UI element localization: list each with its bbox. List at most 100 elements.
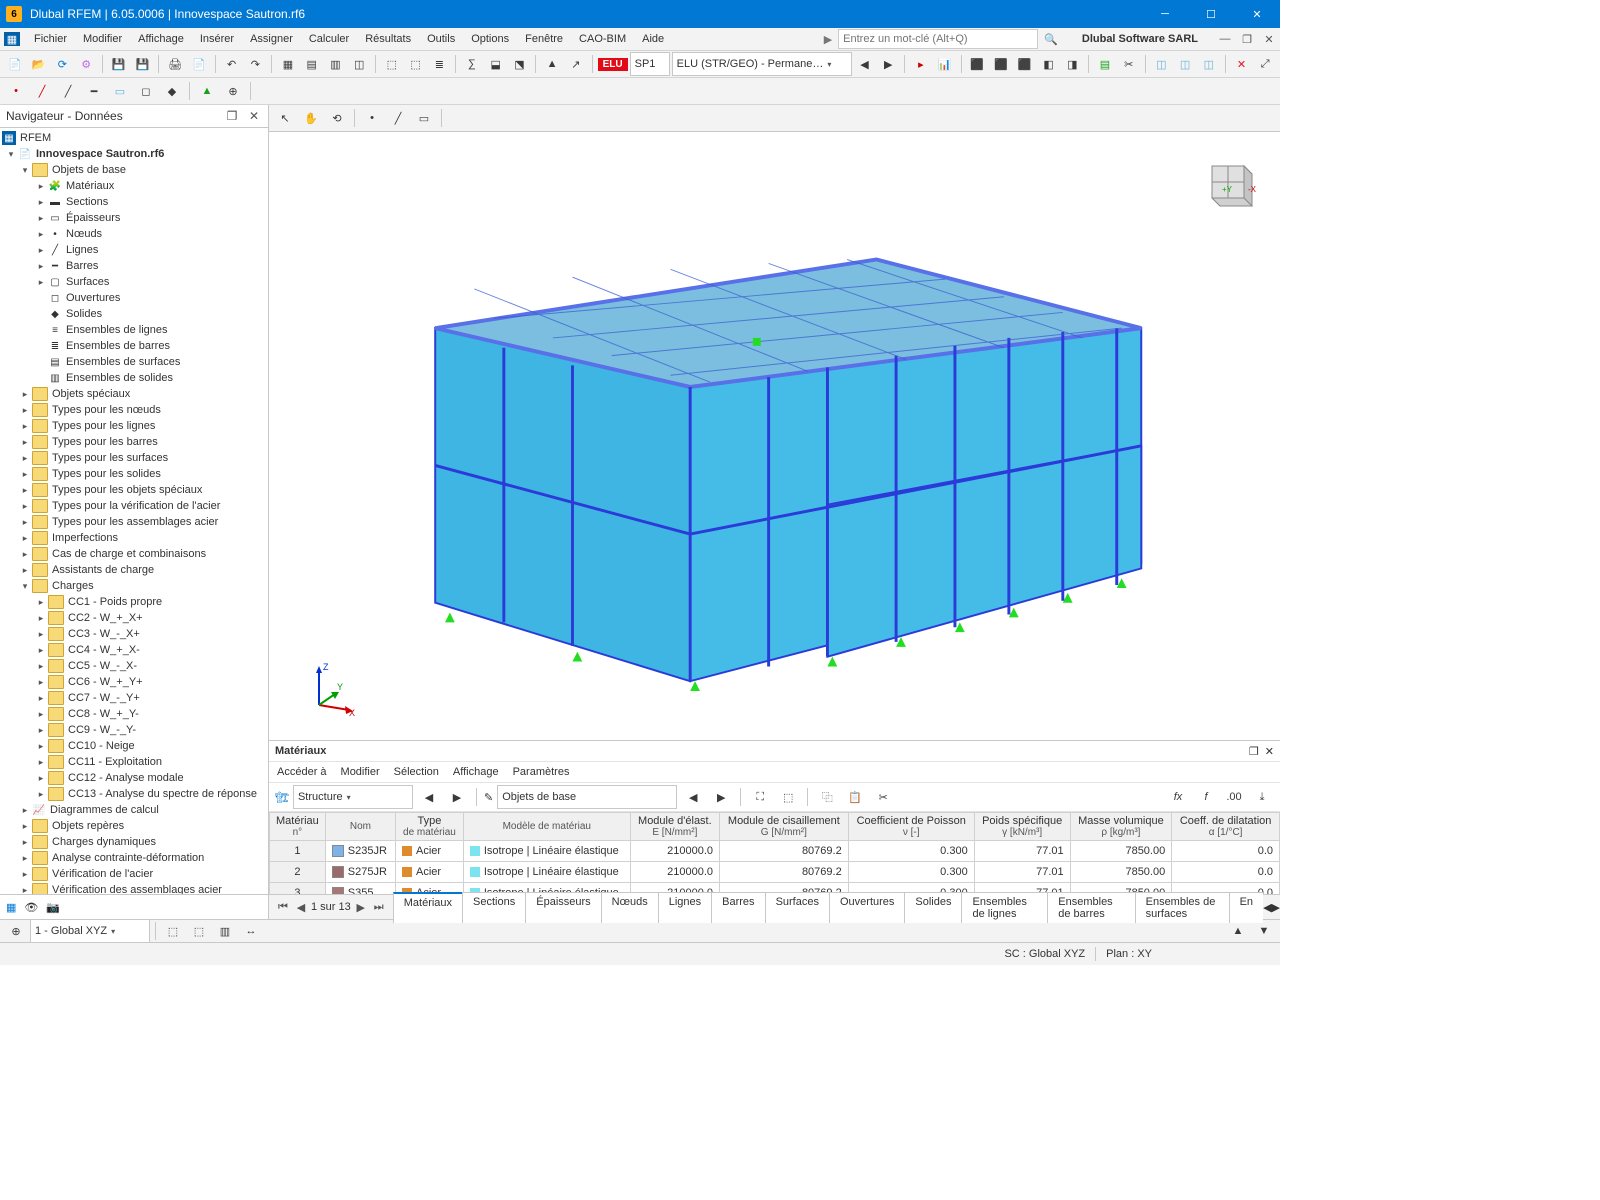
table-row[interactable]: 1S235JRAcierIsotrope | Linéaire élastiqu… — [270, 841, 1280, 862]
mdi-minimize[interactable]: — — [1218, 32, 1232, 46]
paste-icon[interactable]: 📋 — [843, 785, 867, 809]
undo-icon[interactable]: ↶ — [221, 52, 243, 76]
tree-load-case[interactable]: ▸CC10 - Neige — [0, 738, 268, 754]
tree-folder[interactable]: ▸Objets spéciaux — [0, 386, 268, 402]
vt-cursor-icon[interactable]: ↖ — [273, 106, 297, 130]
cube-hide-icon[interactable]: ◫ — [1198, 52, 1220, 76]
table-tab[interactable]: En — [1229, 892, 1263, 923]
tree-folder[interactable]: ▸Imperfections — [0, 530, 268, 546]
view-mode-2-icon[interactable]: ▤ — [301, 52, 323, 76]
coord-system-dropdown[interactable]: 1 - Global XYZ▾ — [30, 919, 150, 942]
flag-icon[interactable]: ▸ — [910, 52, 932, 76]
tree-load-case[interactable]: ▸CC6 - W_+_Y+ — [0, 674, 268, 690]
sb-down-icon[interactable]: ▼ — [1252, 919, 1276, 942]
tree-folder[interactable]: ▸Types pour les lignes — [0, 418, 268, 434]
table-tab[interactable]: Nœuds — [601, 892, 659, 923]
menu-affichage[interactable]: Affichage — [130, 31, 192, 47]
tree-folder[interactable]: ▸Objets repères — [0, 818, 268, 834]
tree-item[interactable]: ▥Ensembles de solides — [0, 370, 268, 386]
tree-folder[interactable]: ▸Types pour les surfaces — [0, 450, 268, 466]
prev2-icon[interactable]: ◀ — [681, 785, 705, 809]
table-tab[interactable]: Ensembles de barres — [1047, 892, 1135, 923]
3d-viewport[interactable]: Z X Y +Y -X — [269, 132, 1280, 740]
tree-item[interactable]: ◻Ouvertures — [0, 290, 268, 306]
tree-root[interactable]: ▦ RFEM — [0, 130, 268, 146]
vt-rotate-icon[interactable]: ⟲ — [325, 106, 349, 130]
nav-eye-tab-icon[interactable]: 👁 — [24, 901, 38, 914]
sp-dropdown[interactable]: SP1 — [630, 52, 670, 76]
menu-fenêtre[interactable]: Fenêtre — [517, 31, 571, 47]
table-tab[interactable]: Solides — [904, 892, 962, 923]
coord-system-icon[interactable]: ⊕ — [4, 919, 28, 942]
tree-load-case[interactable]: ▸CC9 - W_-_Y- — [0, 722, 268, 738]
tree-load-case[interactable]: ▸CC8 - W_+_Y- — [0, 706, 268, 722]
menu-outils[interactable]: Outils — [419, 31, 463, 47]
polyline-icon[interactable]: ╱ — [56, 79, 80, 103]
mdi-close[interactable]: ✕ — [1262, 32, 1276, 46]
sb-up-icon[interactable]: ▲ — [1226, 919, 1250, 942]
maximize-button[interactable]: ☐ — [1188, 0, 1234, 28]
redo-icon[interactable]: ↷ — [244, 52, 266, 76]
table-tab[interactable]: Ensembles de lignes — [961, 892, 1048, 923]
clip-icon[interactable]: ✂ — [1118, 52, 1140, 76]
prev-case-icon[interactable]: ◀ — [854, 52, 876, 76]
tree-folder[interactable]: ▸Types pour les assemblages acier — [0, 514, 268, 530]
panel-menu-item[interactable]: Paramètres — [513, 766, 570, 778]
opening-icon[interactable]: ◻ — [134, 79, 158, 103]
menu-modifier[interactable]: Modifier — [75, 31, 130, 47]
table-tab[interactable]: Barres — [711, 892, 765, 923]
tree-load-case[interactable]: ▸CC4 - W_+_X- — [0, 642, 268, 658]
panel-menu-item[interactable]: Modifier — [341, 766, 380, 778]
print-icon[interactable]: 🖨 — [164, 52, 186, 76]
minimize-button[interactable]: ─ — [1142, 0, 1188, 28]
save-all-icon[interactable]: 💾 — [132, 52, 154, 76]
tree-item[interactable]: ▤Ensembles de surfaces — [0, 354, 268, 370]
member-icon[interactable]: ━ — [82, 79, 106, 103]
tree-base-objects[interactable]: ▾ Objets de base — [0, 162, 268, 178]
tree-item[interactable]: ▸╱Lignes — [0, 242, 268, 258]
tree-folder[interactable]: ▸Vérification des assemblages acier — [0, 882, 268, 894]
tab-scroll-left-icon[interactable]: ◀ — [1263, 901, 1271, 914]
next2-icon[interactable]: ▶ — [709, 785, 733, 809]
menu-fichier[interactable]: Fichier — [26, 31, 75, 47]
arrow-out-icon[interactable]: ⤢ — [1254, 52, 1276, 76]
tree-load-case[interactable]: ▸CC5 - W_-_X- — [0, 658, 268, 674]
tree-load-case[interactable]: ▸CC1 - Poids propre — [0, 594, 268, 610]
column-header[interactable]: Coeff. de dilatationα [1/°C] — [1172, 813, 1280, 841]
system-menu-icon[interactable]: ▦ — [4, 32, 20, 46]
panel-close-icon[interactable]: ✕ — [1265, 745, 1274, 758]
panel-pin-icon[interactable]: ❐ — [1249, 745, 1259, 758]
solid-icon[interactable]: ◆ — [160, 79, 184, 103]
column-header[interactable]: Modèle de matériau — [463, 813, 630, 841]
settings-icon[interactable]: ⚙ — [75, 52, 97, 76]
table-tab[interactable]: Matériaux — [393, 892, 463, 923]
panel-pin-icon[interactable]: ❐ — [224, 108, 240, 124]
tree-load-case[interactable]: ▸CC3 - W_-_X+ — [0, 626, 268, 642]
column-header[interactable]: Module d'élast.E [N/mm²] — [630, 813, 719, 841]
tree-folder[interactable]: ▸Assistants de charge — [0, 562, 268, 578]
tool1-icon[interactable]: ⬚ — [776, 785, 800, 809]
line-icon[interactable]: ╱ — [30, 79, 54, 103]
filter-icon[interactable]: ⛶ — [748, 785, 772, 809]
column-header[interactable]: Matériaun° — [270, 813, 326, 841]
menu-options[interactable]: Options — [463, 31, 517, 47]
tree-folder[interactable]: ▸Types pour les barres — [0, 434, 268, 450]
table-tab[interactable]: Sections — [462, 892, 526, 923]
copy-icon[interactable]: ⿻ — [815, 785, 839, 809]
next-page-icon[interactable]: ▶ — [353, 898, 369, 916]
search-icon[interactable]: 🔍 — [1044, 33, 1058, 46]
navigator-tree[interactable]: ▦ RFEM ▾📄 Innovespace Sautron.rf6 ▾ Obje… — [0, 128, 268, 894]
table-row[interactable]: 2S275JRAcierIsotrope | Linéaire élastiqu… — [270, 862, 1280, 883]
view-mode-1-icon[interactable]: ▦ — [277, 52, 299, 76]
prev-page-icon[interactable]: ◀ — [293, 898, 309, 916]
tree-folder[interactable]: ▸📈Diagrammes de calcul — [0, 802, 268, 818]
table-tab[interactable]: Surfaces — [765, 892, 830, 923]
save-icon[interactable]: 💾 — [108, 52, 130, 76]
tree-folder[interactable]: ▸Charges dynamiques — [0, 834, 268, 850]
navigation-cube[interactable]: +Y -X — [1194, 150, 1262, 218]
structure-dropdown[interactable]: Structure▾ — [293, 785, 413, 809]
tree-load-case[interactable]: ▸CC2 - W_+_X+ — [0, 610, 268, 626]
tool-h-icon[interactable]: ↗ — [565, 52, 587, 76]
tree-item[interactable]: ▸🧩Matériaux — [0, 178, 268, 194]
node-icon[interactable]: • — [4, 79, 28, 103]
